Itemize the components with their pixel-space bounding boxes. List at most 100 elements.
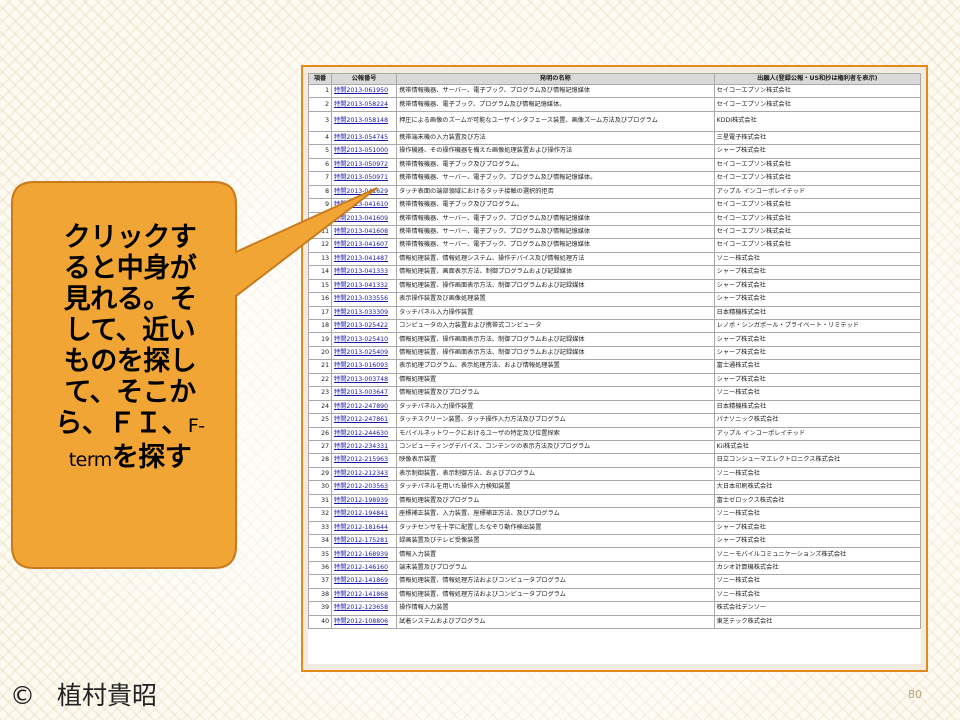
publication-number-link[interactable]: 特開2013-003647 [334,389,388,396]
applicant-name: セイコーエプソン株式会社 [714,225,920,239]
table-row: 6 特開2013-050972 携帯情報機器、電子ブック及びプログラム。 セイコーエプ… [309,158,920,172]
publication-number-link[interactable]: 特開2013-025422 [334,322,388,329]
publication-number-link[interactable]: 特開2013-054745 [334,134,388,141]
table-row: 4 特開2013-054745 携帯端末機の入力装置及び方法 三星電子株式会社 [309,131,920,145]
publication-number-link[interactable]: 特開2012-141868 [334,591,388,598]
publication-number-link[interactable]: 特開2013-041332 [334,282,388,289]
applicant-name: 株式会社デンソー [714,602,920,615]
publication-number-link[interactable]: 特開2013-041629 [334,188,388,195]
publication-number-link[interactable]: 特開2012-146160 [334,564,388,571]
table-row: 39 特開2012-123658 操作情報入力装置 株式会社デンソー [309,602,920,615]
publication-number-link[interactable]: 特開2012-168939 [334,551,388,558]
applicant-name: セイコーエプソン株式会社 [714,172,920,185]
publication-number-link[interactable]: 特開2012-234331 [334,443,388,450]
callout-line-small: term [68,449,113,471]
publication-number-link[interactable]: 特開2013-041608 [334,228,388,235]
publication-number-cell: 特開2013-025409 [332,346,397,360]
row-number: 10 [309,212,332,225]
invention-title: タッチセンサを十字に配置したなぞり動作検出装置 [397,521,714,534]
publication-number-cell: 特開2013-058224 [332,98,397,111]
invention-title: 携帯端末機の入力装置及び方法 [397,131,714,145]
invention-title: 携帯情報機器、サーバー、電子ブック、プログラム及び情報記憶媒体 [397,239,714,252]
publication-number-cell: 特開2012-141869 [332,575,397,588]
publication-number-link[interactable]: 特開2012-194841 [334,510,388,517]
callout-line: て、そこか [64,377,196,408]
publication-number-cell: 特開2013-061950 [332,85,397,98]
applicant-name: 三星電子株式会社 [714,131,920,145]
publication-number-link[interactable]: 特開2012-247861 [334,416,388,423]
publication-number-link[interactable]: 特開2013-025409 [334,349,388,356]
footer-copyright: © 植村貴昭 [10,676,157,712]
callout-line: ると中身が [63,253,197,284]
publication-number-cell: 特開2012-181644 [332,521,397,534]
publication-number-link[interactable]: 特開2013-041607 [334,241,388,248]
invention-title: 携帯情報機器、サーバー、電子ブック、プログラム及び情報記憶媒体 [397,85,714,98]
publication-number-link[interactable]: 特開2013-003748 [334,376,388,383]
publication-number-link[interactable]: 特開2013-061950 [334,87,388,94]
publication-number-link[interactable]: 特開2013-051000 [334,147,388,154]
row-number: 32 [309,508,332,521]
publication-number-link[interactable]: 特開2012-108806 [334,618,388,625]
publication-number-link[interactable]: 特開2012-181644 [334,524,388,531]
row-number: 29 [309,467,332,481]
publication-number-cell: 特開2012-244630 [332,427,397,440]
applicant-name: ソニー株式会社 [714,467,920,481]
applicant-name: 日立コンシューマエレクトロニクス株式会社 [714,454,920,467]
publication-number-link[interactable]: 特開2012-247890 [334,403,388,410]
row-number: 16 [309,293,332,306]
table-row: 24 特開2012-247890 タッチパネル入力操作装置 日本精機株式会社 [309,400,920,414]
row-number: 14 [309,266,332,279]
callout-line: ら、ＦＩ、F- [30,408,230,442]
publication-number-cell: 特開2012-168939 [332,548,397,561]
publication-number-cell: 特開2013-041333 [332,266,397,279]
callout-line-small: F- [187,415,205,437]
table-row: 20 特開2013-025409 情報処理装置、操作画面表示方法、制御プログラムおよ… [309,346,920,360]
publication-number-link[interactable]: 特開2013-058224 [334,101,388,108]
publication-number-link[interactable]: 特開2013-041610 [334,201,388,208]
row-number: 31 [309,494,332,508]
publication-number-link[interactable]: 特開2012-215963 [334,456,388,463]
row-number: 28 [309,454,332,467]
row-number: 36 [309,561,332,575]
applicant-name: シャープ株式会社 [714,279,920,293]
publication-number-link[interactable]: 特開2012-175281 [334,537,388,544]
row-number: 13 [309,252,332,266]
callout-line: termを探す [30,442,230,476]
row-number: 12 [309,239,332,252]
publication-number-link[interactable]: 特開2013-041487 [334,255,388,262]
publication-number-link[interactable]: 特開2013-025410 [334,336,388,343]
row-number: 40 [309,615,332,629]
row-number: 33 [309,521,332,534]
publication-number-cell: 特開2012-123658 [332,602,397,615]
table-row: 30 特開2012-203563 タッチパネルを用いた操作入力検知装置 大日本印刷株式… [309,481,920,494]
table-row: 12 特開2013-041607 携帯情報機器、サーバー、電子ブック、プログラム及び… [309,239,920,252]
callout-line-main: を探す [111,442,192,473]
publication-number-link[interactable]: 特開2013-033556 [334,295,388,302]
publication-number-link[interactable]: 特開2012-141869 [334,577,388,584]
row-number: 22 [309,373,332,387]
table-row: 2 特開2013-058224 携帯情報機器、電子ブック、プログラム及び情報記憶媒体… [309,98,920,111]
publication-number-cell: 特開2012-247861 [332,414,397,427]
publication-number-cell: 特開2012-203563 [332,481,397,494]
publication-number-link[interactable]: 特開2013-041333 [334,268,388,275]
publication-number-link[interactable]: 特開2013-050972 [334,161,388,168]
publication-number-link[interactable]: 特開2012-212343 [334,470,388,477]
publication-number-link[interactable]: 特開2013-041609 [334,215,388,222]
row-number: 2 [309,98,332,111]
publication-number-link[interactable]: 特開2012-198939 [334,497,388,504]
publication-number-link[interactable]: 特開2012-244630 [334,430,388,437]
row-number: 1 [309,85,332,98]
applicant-name: ソニーモバイルコミュニケーションズ株式会社 [714,548,920,561]
publication-number-link[interactable]: 特開2013-033309 [334,309,388,316]
publication-number-cell: 特開2013-016093 [332,360,397,373]
publication-number-link[interactable]: 特開2013-058148 [334,117,388,124]
publication-number-link[interactable]: 特開2013-016093 [334,362,388,369]
publication-number-link[interactable]: 特開2013-050971 [334,174,388,181]
row-number: 30 [309,481,332,494]
publication-number-link[interactable]: 特開2012-203563 [334,483,388,490]
row-number: 24 [309,400,332,414]
invention-title: モバイルネットワークにおけるユーザの特定及び位置探索 [397,427,714,440]
invention-title: 携帯情報機器、電子ブック及びプログラム。 [397,158,714,172]
publication-number-link[interactable]: 特開2012-123658 [334,604,388,611]
publication-number-cell: 特開2012-141868 [332,588,397,602]
